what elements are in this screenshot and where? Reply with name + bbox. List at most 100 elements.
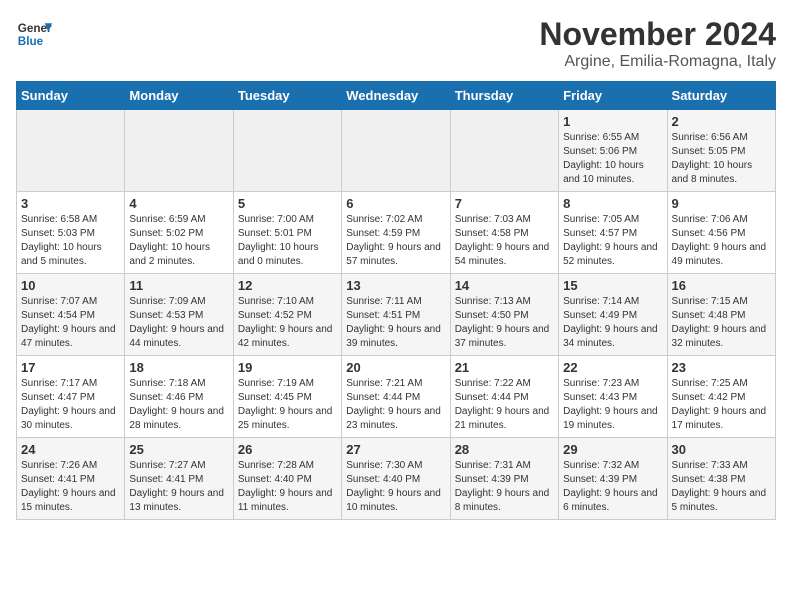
day-info: Sunrise: 6:59 AM Sunset: 5:02 PM Dayligh… — [129, 213, 228, 269]
day-cell: 18 Sunrise: 7:18 AM Sunset: 4:46 PM Dayli… — [125, 356, 233, 438]
week-row-3: 10 Sunrise: 7:07 AM Sunset: 4:54 PM Dayli… — [17, 274, 776, 356]
header-cell-monday: Monday — [125, 82, 233, 110]
day-number: 26 — [238, 442, 337, 457]
day-info: Sunrise: 7:32 AM Sunset: 4:39 PM Dayligh… — [563, 459, 662, 515]
day-cell: 2 Sunrise: 6:56 AM Sunset: 5:05 PM Daylig… — [667, 110, 775, 192]
day-cell: 14 Sunrise: 7:13 AM Sunset: 4:50 PM Dayli… — [450, 274, 558, 356]
week-row-2: 3 Sunrise: 6:58 AM Sunset: 5:03 PM Daylig… — [17, 192, 776, 274]
header-cell-tuesday: Tuesday — [233, 82, 341, 110]
header-cell-friday: Friday — [559, 82, 667, 110]
day-info: Sunrise: 7:18 AM Sunset: 4:46 PM Dayligh… — [129, 377, 228, 433]
day-info: Sunrise: 7:23 AM Sunset: 4:43 PM Dayligh… — [563, 377, 662, 433]
day-cell — [233, 110, 341, 192]
day-cell: 4Sunrise: 6:59 AM Sunset: 5:02 PM Daylig… — [125, 192, 233, 274]
day-number: 22 — [563, 360, 662, 375]
header-row: SundayMondayTuesdayWednesdayThursdayFrid… — [17, 82, 776, 110]
day-number: 13 — [346, 278, 445, 293]
day-cell: 3 Sunrise: 6:58 AM Sunset: 5:03 PM Daylig… — [17, 192, 125, 274]
day-info: Sunrise: 7:05 AM Sunset: 4:57 PM Dayligh… — [563, 213, 662, 269]
day-info: Sunrise: 7:31 AM Sunset: 4:39 PM Dayligh… — [455, 459, 554, 515]
day-info: Sunrise: 7:13 AM Sunset: 4:50 PM Dayligh… — [455, 295, 554, 351]
day-number: 18 — [129, 360, 228, 375]
day-cell: 7 Sunrise: 7:03 AM Sunset: 4:58 PM Daylig… — [450, 192, 558, 274]
header-cell-wednesday: Wednesday — [342, 82, 450, 110]
day-number: 23 — [672, 360, 771, 375]
day-cell: 27 Sunrise: 7:30 AM Sunset: 4:40 PM Dayli… — [342, 438, 450, 520]
day-number: 14 — [455, 278, 554, 293]
day-number: 29 — [563, 442, 662, 457]
day-cell: 20 Sunrise: 7:21 AM Sunset: 4:44 PM Dayli… — [342, 356, 450, 438]
day-info: Sunrise: 7:25 AM Sunset: 4:42 PM Dayligh… — [672, 377, 771, 433]
day-cell: 24 Sunrise: 7:26 AM Sunset: 4:41 PM Dayli… — [17, 438, 125, 520]
day-cell: 5Sunrise: 7:00 AM Sunset: 5:01 PM Daylig… — [233, 192, 341, 274]
day-cell: 9Sunrise: 7:06 AM Sunset: 4:56 PM Daylig… — [667, 192, 775, 274]
day-number: 30 — [672, 442, 771, 457]
day-cell: 28 Sunrise: 7:31 AM Sunset: 4:39 PM Dayli… — [450, 438, 558, 520]
day-info: Sunrise: 7:19 AM Sunset: 4:45 PM Dayligh… — [238, 377, 337, 433]
day-info: Sunrise: 7:15 AM Sunset: 4:48 PM Dayligh… — [672, 295, 771, 351]
day-cell: 8 Sunrise: 7:05 AM Sunset: 4:57 PM Daylig… — [559, 192, 667, 274]
day-info: Sunrise: 7:02 AM Sunset: 4:59 PM Dayligh… — [346, 213, 445, 269]
header-cell-thursday: Thursday — [450, 82, 558, 110]
day-cell: 23 Sunrise: 7:25 AM Sunset: 4:42 PM Dayli… — [667, 356, 775, 438]
day-cell: 13 Sunrise: 7:11 AM Sunset: 4:51 PM Dayli… — [342, 274, 450, 356]
day-number: 8 — [563, 196, 662, 211]
day-number: 3 — [21, 196, 120, 211]
day-number: 2 — [672, 114, 771, 129]
logo: General Blue — [16, 16, 52, 52]
day-info: Sunrise: 7:21 AM Sunset: 4:44 PM Dayligh… — [346, 377, 445, 433]
day-number: 12 — [238, 278, 337, 293]
day-cell: 29 Sunrise: 7:32 AM Sunset: 4:39 PM Dayli… — [559, 438, 667, 520]
day-number: 7 — [455, 196, 554, 211]
day-info: Sunrise: 7:14 AM Sunset: 4:49 PM Dayligh… — [563, 295, 662, 351]
day-info: Sunrise: 7:26 AM Sunset: 4:41 PM Dayligh… — [21, 459, 120, 515]
day-info: Sunrise: 6:55 AM Sunset: 5:06 PM Dayligh… — [563, 131, 662, 187]
day-info: Sunrise: 7:06 AM Sunset: 4:56 PM Dayligh… — [672, 213, 771, 269]
day-cell: 11 Sunrise: 7:09 AM Sunset: 4:53 PM Dayli… — [125, 274, 233, 356]
day-number: 28 — [455, 442, 554, 457]
day-info: Sunrise: 6:58 AM Sunset: 5:03 PM Dayligh… — [21, 213, 120, 269]
day-cell: 26 Sunrise: 7:28 AM Sunset: 4:40 PM Dayli… — [233, 438, 341, 520]
day-cell: 25 Sunrise: 7:27 AM Sunset: 4:41 PM Dayli… — [125, 438, 233, 520]
day-cell: 30 Sunrise: 7:33 AM Sunset: 4:38 PM Dayli… — [667, 438, 775, 520]
day-number: 11 — [129, 278, 228, 293]
day-info: Sunrise: 7:27 AM Sunset: 4:41 PM Dayligh… — [129, 459, 228, 515]
day-cell: 10 Sunrise: 7:07 AM Sunset: 4:54 PM Dayli… — [17, 274, 125, 356]
day-cell: 21Sunrise: 7:22 AM Sunset: 4:44 PM Dayli… — [450, 356, 558, 438]
week-row-5: 24 Sunrise: 7:26 AM Sunset: 4:41 PM Dayli… — [17, 438, 776, 520]
week-row-4: 17 Sunrise: 7:17 AM Sunset: 4:47 PM Dayli… — [17, 356, 776, 438]
day-info: Sunrise: 7:09 AM Sunset: 4:53 PM Dayligh… — [129, 295, 228, 351]
day-number: 16 — [672, 278, 771, 293]
day-info: Sunrise: 7:28 AM Sunset: 4:40 PM Dayligh… — [238, 459, 337, 515]
day-info: Sunrise: 7:11 AM Sunset: 4:51 PM Dayligh… — [346, 295, 445, 351]
day-number: 1 — [563, 114, 662, 129]
month-title: November 2024 — [539, 16, 776, 53]
week-row-1: 1 Sunrise: 6:55 AM Sunset: 5:06 PM Daylig… — [17, 110, 776, 192]
day-number: 25 — [129, 442, 228, 457]
calendar-table: SundayMondayTuesdayWednesdayThursdayFrid… — [16, 81, 776, 520]
header-cell-saturday: Saturday — [667, 82, 775, 110]
title-area: November 2024 Argine, Emilia-Romagna, It… — [539, 16, 776, 71]
day-info: Sunrise: 7:17 AM Sunset: 4:47 PM Dayligh… — [21, 377, 120, 433]
day-info: Sunrise: 7:33 AM Sunset: 4:38 PM Dayligh… — [672, 459, 771, 515]
day-number: 27 — [346, 442, 445, 457]
day-info: Sunrise: 7:30 AM Sunset: 4:40 PM Dayligh… — [346, 459, 445, 515]
day-number: 20 — [346, 360, 445, 375]
location-title: Argine, Emilia-Romagna, Italy — [539, 53, 776, 71]
day-info: Sunrise: 7:10 AM Sunset: 4:52 PM Dayligh… — [238, 295, 337, 351]
day-info: Sunrise: 6:56 AM Sunset: 5:05 PM Dayligh… — [672, 131, 771, 187]
day-number: 5 — [238, 196, 337, 211]
day-cell: 16 Sunrise: 7:15 AM Sunset: 4:48 PM Dayli… — [667, 274, 775, 356]
day-number: 10 — [21, 278, 120, 293]
day-number: 24 — [21, 442, 120, 457]
day-number: 21 — [455, 360, 554, 375]
header-cell-sunday: Sunday — [17, 82, 125, 110]
day-info: Sunrise: 7:03 AM Sunset: 4:58 PM Dayligh… — [455, 213, 554, 269]
day-number: 17 — [21, 360, 120, 375]
day-cell — [17, 110, 125, 192]
day-info: Sunrise: 7:07 AM Sunset: 4:54 PM Dayligh… — [21, 295, 120, 351]
day-number: 6 — [346, 196, 445, 211]
day-cell: 17 Sunrise: 7:17 AM Sunset: 4:47 PM Dayli… — [17, 356, 125, 438]
day-cell: 19Sunrise: 7:19 AM Sunset: 4:45 PM Dayli… — [233, 356, 341, 438]
day-cell — [342, 110, 450, 192]
